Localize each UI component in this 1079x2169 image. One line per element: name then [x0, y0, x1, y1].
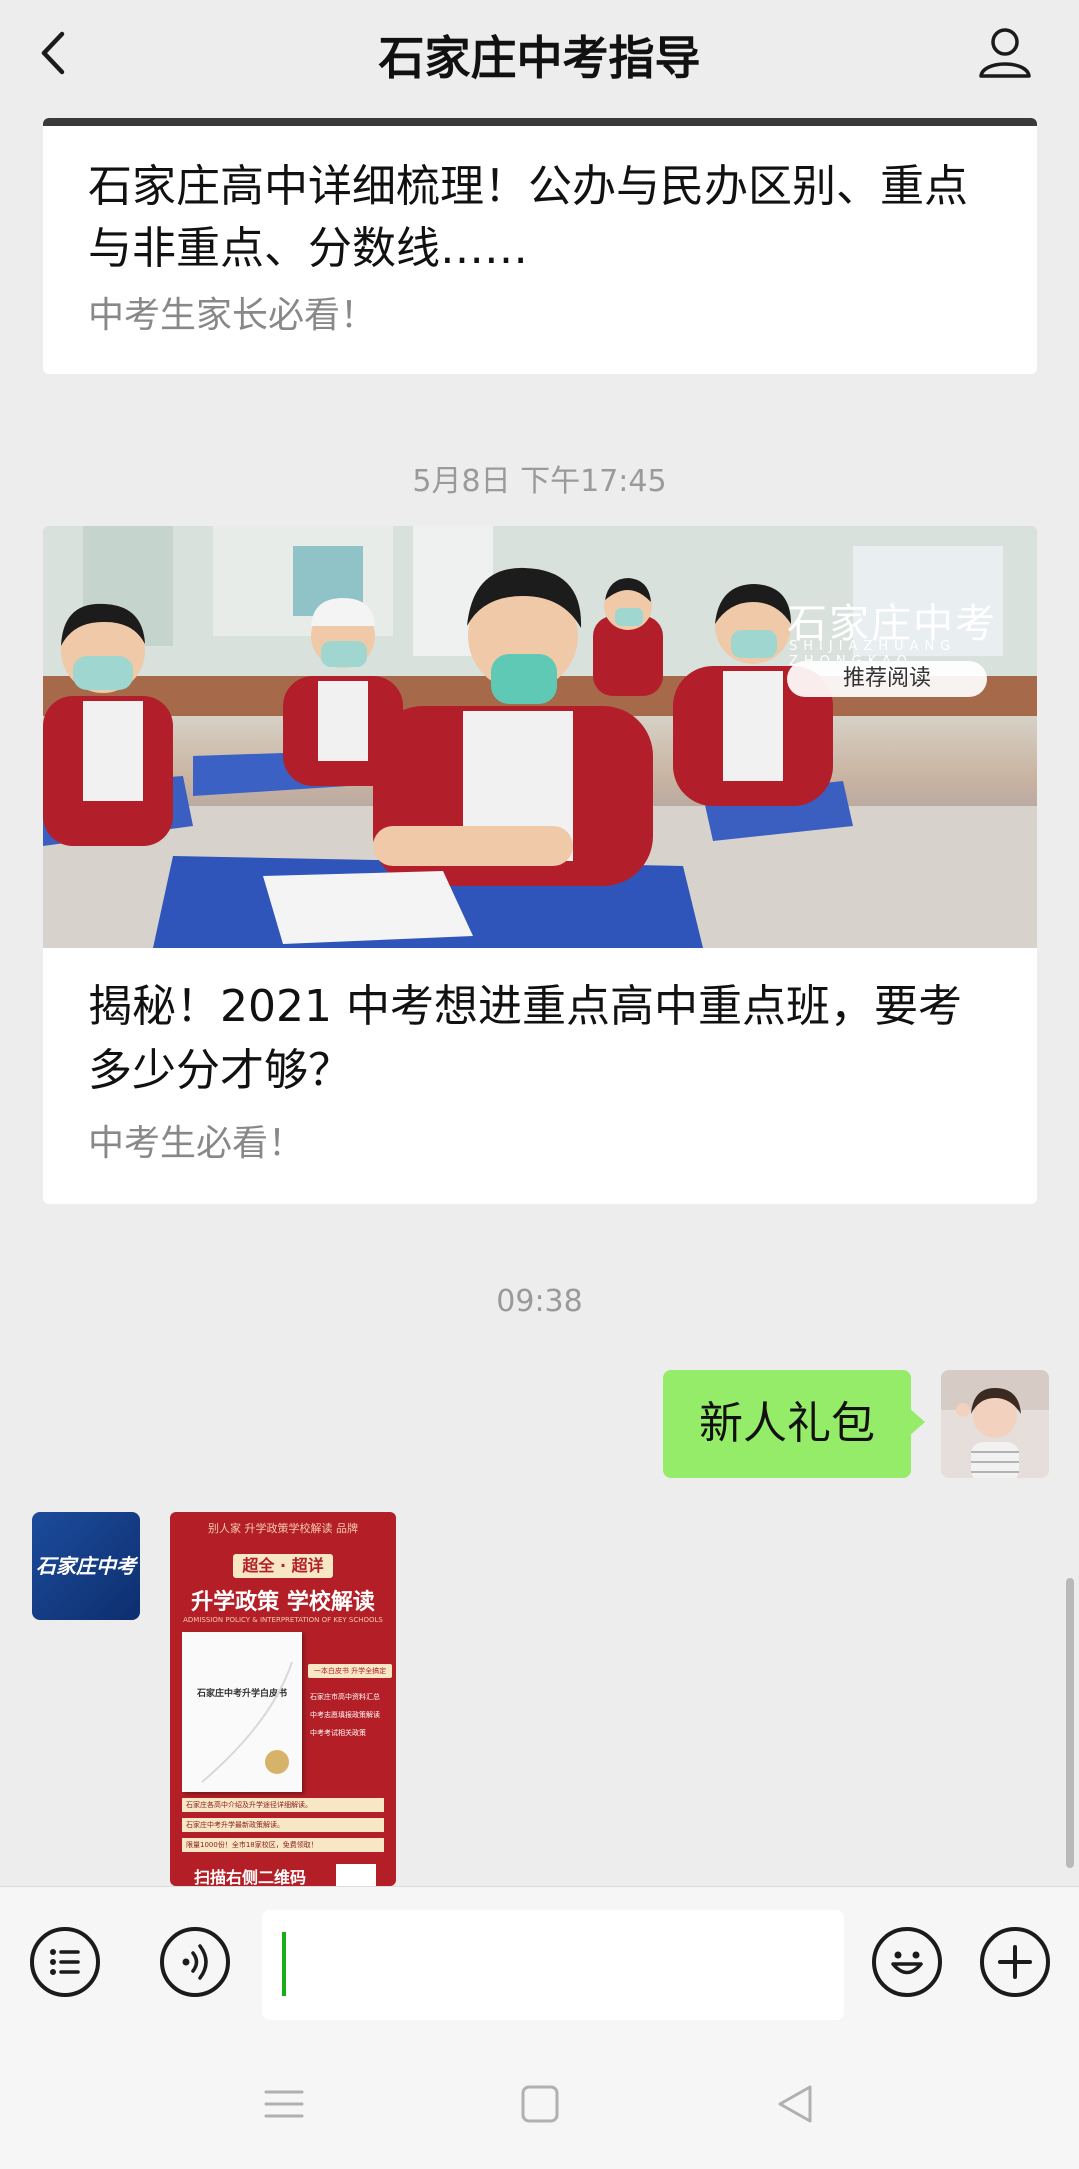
nav-home-icon[interactable] — [518, 2082, 562, 2126]
poster-bullet: 石家庄中考升学最新政策解读。 — [182, 1818, 384, 1832]
article-subtitle: 中考生必看！ — [88, 1123, 305, 1164]
poster-bullet: 石家庄各高中介绍及升学途径详细解读。 — [182, 1798, 384, 1812]
menu-list-icon[interactable] — [30, 1927, 100, 1997]
qr-code-icon — [336, 1864, 376, 1886]
voice-icon[interactable] — [160, 1927, 230, 1997]
chat-title: 石家庄中考指导 — [378, 31, 701, 85]
text-caret — [282, 1932, 286, 1996]
chat-header: 石家庄中考指导 — [0, 0, 1079, 110]
article-title-line2: 与非重点、分数线…… — [88, 223, 528, 274]
article-title-line1: 石家庄高中详细梳理！公办与民办区别、重点 — [88, 161, 968, 212]
user-icon[interactable] — [975, 22, 1035, 82]
poster-tag: 超全 · 超详 — [233, 1554, 333, 1578]
article-title-line1: 揭秘！2021 中考想进重点高中重点班，要考 — [88, 981, 962, 1032]
message-bubble-outgoing[interactable]: 新人礼包 — [663, 1370, 911, 1478]
article-card[interactable]: 石家庄高中详细梳理！公办与民办区别、重点 与非重点、分数线…… 中考生家长必看！ — [43, 118, 1037, 374]
avatar[interactable] — [941, 1370, 1049, 1478]
recommend-badge: 推荐阅读 — [787, 661, 987, 697]
poster-bottom-text: 扫描右侧二维码 — [194, 1868, 307, 1886]
nav-back-icon[interactable] — [774, 2082, 818, 2126]
nav-menu-icon[interactable] — [262, 2082, 306, 2126]
avatar[interactable]: 石家庄中考 — [32, 1512, 140, 1620]
timestamp: 5月8日 下午17:45 — [412, 464, 667, 499]
poster-side-item: 中考考试相关政策 — [310, 1729, 366, 1737]
emoji-icon[interactable] — [872, 1927, 942, 1997]
scrollbar[interactable] — [1066, 1578, 1074, 1868]
message-input[interactable] — [262, 1910, 844, 2020]
timestamp: 09:38 — [496, 1284, 583, 1319]
poster-side-tag: 一本白皮书 升学全搞定 — [308, 1664, 392, 1678]
poster-subline: ADMISSION POLICY & INTERPRETATION OF KEY… — [183, 1616, 383, 1624]
card-image-edge — [43, 118, 1037, 126]
poster-headline: 升学政策 学校解读 — [191, 1590, 375, 1615]
article-title-line2: 多少分才够？ — [88, 1045, 352, 1096]
bubble-tail — [909, 1408, 925, 1436]
poster-bullet: 限量1000份！全市18家校区，免费领取！ — [182, 1838, 384, 1852]
poster-book: 石家庄中考升学白皮书 — [182, 1632, 302, 1792]
poster-image-message[interactable]: 别人家 升学政策学校解读 品牌 超全 · 超详 升学政策 学校解读 ADMISS… — [170, 1512, 396, 1886]
poster-side-item: 石家庄市高中资料汇总 — [310, 1693, 380, 1701]
article-subtitle: 中考生家长必看！ — [88, 295, 377, 336]
plus-icon[interactable] — [980, 1927, 1050, 1997]
poster-top-text: 别人家 升学政策学校解读 品牌 — [208, 1522, 358, 1535]
article-cover-image: 石家庄中考 SHIJIAZHUANG ZHONGKAO 推荐阅读 — [43, 526, 1037, 948]
article-card[interactable]: 石家庄中考 SHIJIAZHUANG ZHONGKAO 推荐阅读 揭秘！2021… — [43, 526, 1037, 1204]
poster-side-item: 中考志愿填报政策解读 — [310, 1711, 380, 1719]
